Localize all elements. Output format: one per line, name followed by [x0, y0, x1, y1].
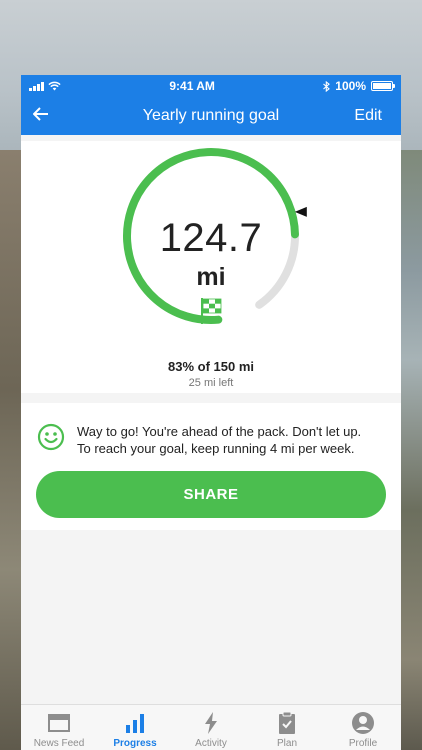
- encouragement-message: Way to go! You're ahead of the pack. Don…: [77, 423, 387, 457]
- page-title: Yearly running goal: [142, 107, 280, 124]
- tab-activity[interactable]: Activity: [173, 705, 249, 750]
- message-line-1: Way to go! You're ahead of the pack. Don…: [77, 424, 362, 439]
- tab-label-profile: Profile: [348, 738, 378, 749]
- goal-remaining-text: 25 mi left: [188, 377, 234, 389]
- status-bar: 9:41 AM 100%: [21, 75, 401, 97]
- lightning-icon: [205, 712, 217, 734]
- goal-progress-card: 124.7 mi 83% of 150 mi 25 mi left: [21, 141, 401, 393]
- background-rock-right: [400, 150, 422, 750]
- message-line-2: To reach your goal, keep running 4 mi pe…: [77, 441, 355, 456]
- wifi-icon: [48, 81, 61, 91]
- status-right: 100%: [323, 79, 395, 93]
- tab-news-feed[interactable]: News Feed: [21, 705, 97, 750]
- progress-chart-icon: [126, 714, 144, 733]
- battery-icon: [371, 81, 395, 91]
- profile-icon: [352, 712, 374, 734]
- back-arrow-icon[interactable]: [32, 104, 49, 127]
- goal-progress-value: 124.7: [159, 216, 263, 260]
- tab-profile[interactable]: Profile: [325, 705, 401, 750]
- clipboard-icon: [279, 711, 295, 734]
- goal-progress-unit: mi: [196, 263, 226, 291]
- goal-percent-text: 83% of 150 mi: [168, 359, 254, 374]
- tab-label-progress: Progress: [113, 738, 157, 749]
- nav-bar: Yearly running goal Edit: [21, 97, 401, 135]
- smiley-icon: [37, 423, 65, 451]
- status-left: [29, 81, 61, 91]
- share-button[interactable]: SHARE: [36, 471, 386, 518]
- news-feed-icon: [48, 714, 70, 732]
- tab-bar: News Feed Progress Activity Plan Profile: [21, 704, 401, 750]
- phone-screen: 9:41 AM 100% Yearly running goal Edit 12…: [21, 75, 401, 750]
- battery-percent: 100%: [335, 79, 366, 93]
- signal-icon: [29, 81, 44, 91]
- tab-label-activity: Activity: [195, 738, 227, 749]
- tab-plan[interactable]: Plan: [249, 705, 325, 750]
- edit-button[interactable]: Edit: [354, 107, 382, 125]
- encouragement-card: Way to go! You're ahead of the pack. Don…: [21, 403, 401, 530]
- tab-progress[interactable]: Progress: [97, 705, 173, 750]
- bluetooth-icon: [323, 80, 331, 92]
- tab-label-plan: Plan: [276, 738, 297, 749]
- tab-label-news-feed: News Feed: [33, 738, 85, 749]
- status-time: 9:41 AM: [169, 79, 215, 93]
